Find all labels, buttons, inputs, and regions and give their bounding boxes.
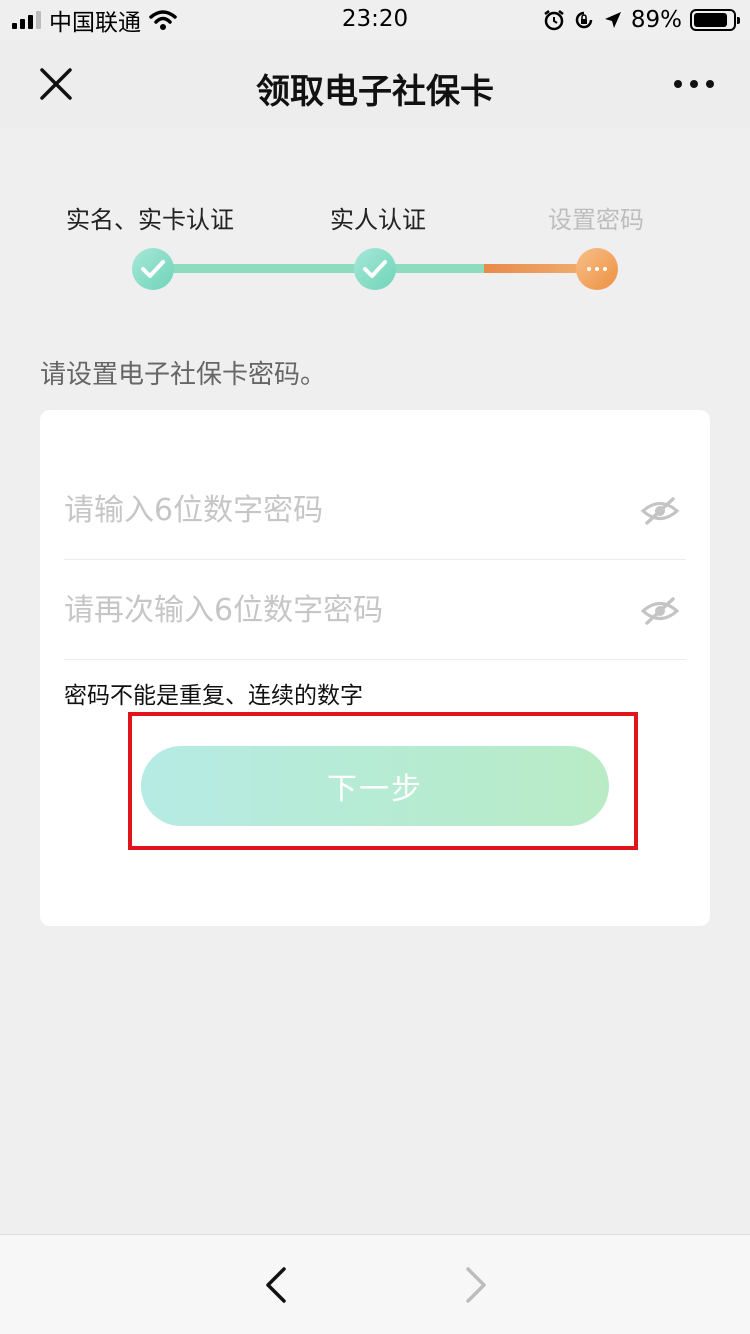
confirm-field-row — [64, 560, 686, 660]
back-arrow-icon[interactable] — [262, 1265, 292, 1305]
step-2-check-icon — [354, 248, 396, 290]
eye-off-icon[interactable] — [640, 496, 680, 526]
battery-percent: 89% — [630, 7, 682, 33]
step-label-3: 设置密码 — [548, 206, 644, 234]
bottom-toolbar — [0, 1234, 750, 1334]
step-label-2: 实人认证 — [330, 206, 426, 234]
password-input[interactable] — [64, 460, 624, 560]
battery-icon — [690, 9, 740, 31]
carrier-name: 中国联通 — [49, 10, 141, 36]
password-hint: 密码不能是重复、连续的数字 — [64, 683, 363, 709]
password-field-row — [64, 460, 686, 560]
alarm-icon — [544, 10, 564, 31]
step-track-1 — [170, 264, 370, 273]
eye-off-icon[interactable] — [640, 596, 680, 626]
form-prompt: 请设置电子社保卡密码。 — [40, 360, 327, 390]
password-card: 密码不能是重复、连续的数字 下一步 — [40, 410, 710, 926]
status-right: 89% — [543, 7, 740, 33]
next-button[interactable]: 下一步 — [141, 746, 609, 826]
confirm-password-input[interactable] — [64, 560, 624, 660]
signal-icon — [12, 11, 41, 29]
forward-arrow-icon[interactable] — [460, 1265, 490, 1305]
wifi-icon — [149, 10, 177, 30]
page-title: 领取电子社保卡 — [256, 72, 494, 112]
more-icon[interactable] — [674, 70, 714, 98]
status-bar: 中国联通 89% 23:20 — [0, 0, 750, 40]
location-icon — [604, 12, 621, 28]
step-1-check-icon — [132, 248, 174, 290]
step-3-ellipsis-icon — [576, 248, 618, 290]
step-label-1: 实名、实卡认证 — [66, 206, 234, 234]
status-left: 中国联通 — [12, 3, 177, 37]
step-track-2a — [392, 264, 484, 273]
nav-bar: 领取电子社保卡 — [0, 40, 750, 128]
rotation-lock-icon — [575, 11, 593, 29]
